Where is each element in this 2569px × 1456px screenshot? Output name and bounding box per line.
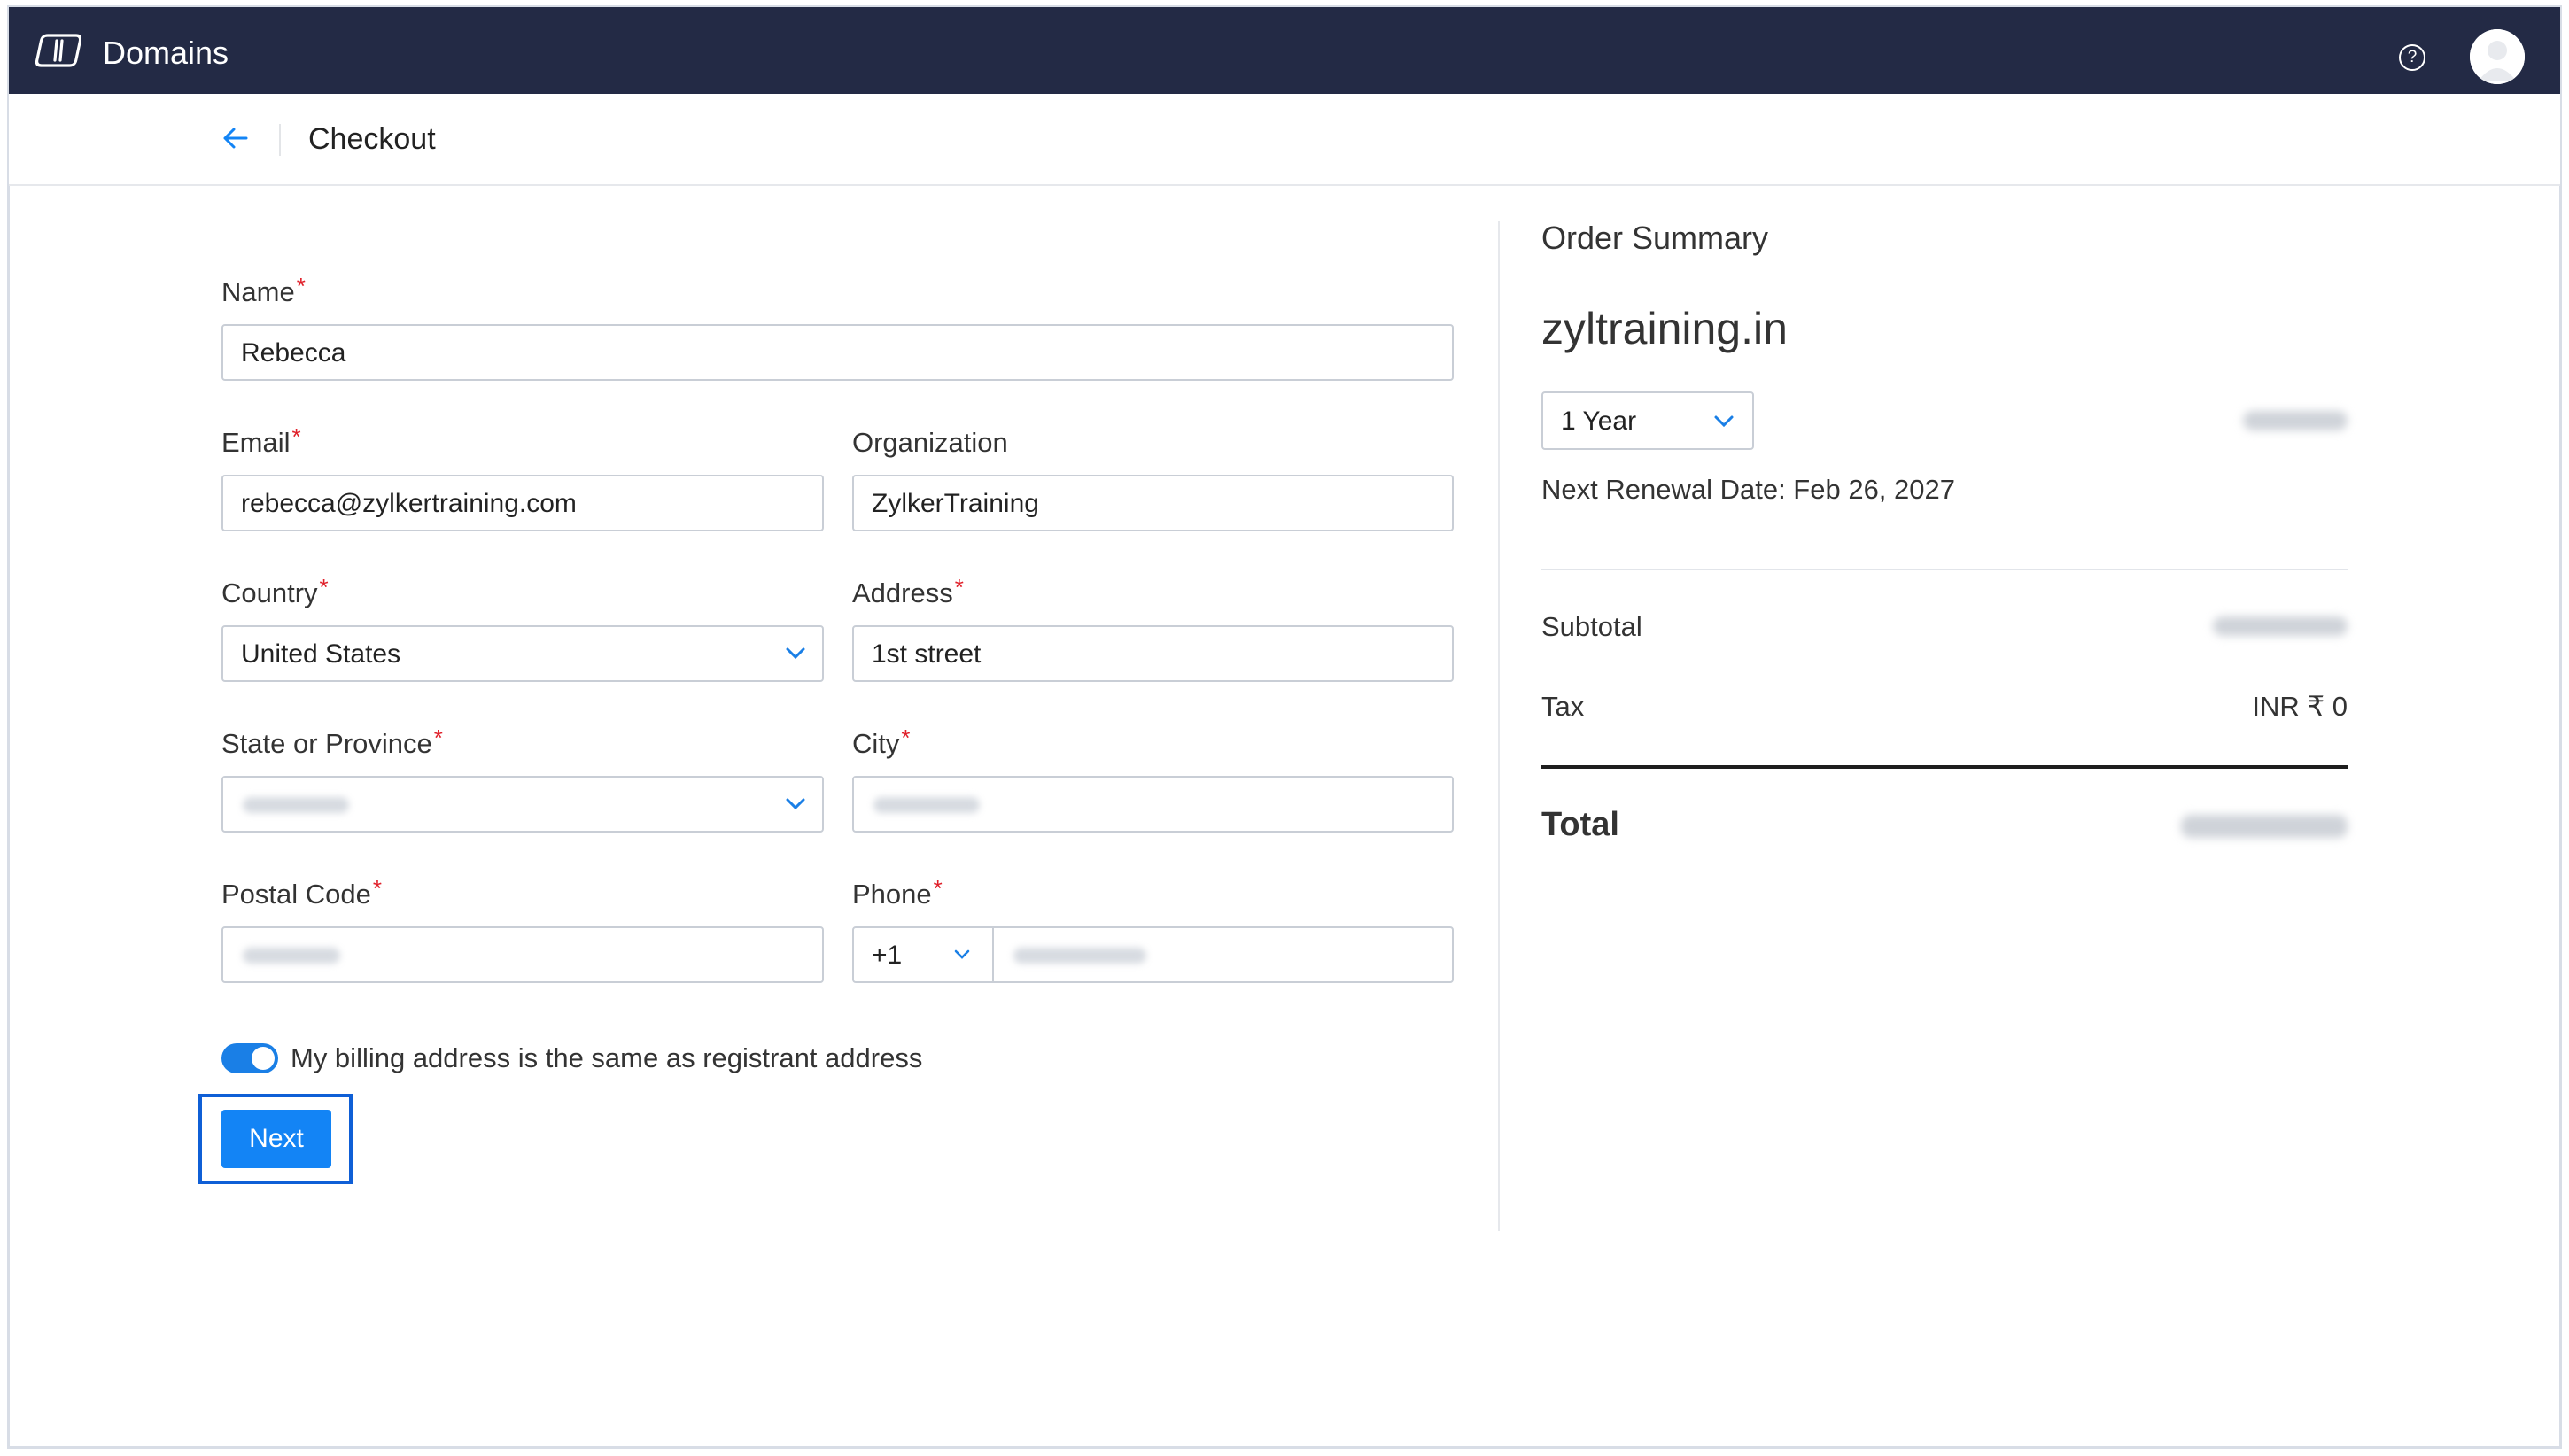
subtotal-value-blurred <box>2213 616 2348 636</box>
country-label-text: Country <box>221 577 318 608</box>
required-marker: * <box>954 574 964 600</box>
header-separator <box>279 124 281 156</box>
state-value-blurred <box>243 797 349 813</box>
top-bar: Domains ? <box>9 7 2560 94</box>
email-value: rebecca@zylkertraining.com <box>241 489 577 518</box>
required-marker: * <box>291 423 301 450</box>
phone-code-value: +1 <box>872 941 903 970</box>
required-marker: * <box>933 875 943 902</box>
address-label: Address* <box>852 574 964 609</box>
required-marker: * <box>901 724 911 751</box>
country-value: United States <box>241 639 401 669</box>
name-field[interactable]: Rebecca <box>221 324 1454 381</box>
next-renewal-date: Next Renewal Date: Feb 26, 2027 <box>1541 474 1955 505</box>
back-arrow-icon[interactable] <box>220 122 255 154</box>
required-marker: * <box>433 724 443 751</box>
name-label-text: Name <box>221 276 295 307</box>
city-field[interactable] <box>852 776 1454 833</box>
country-select[interactable]: United States <box>221 625 824 682</box>
term-select[interactable]: 1 Year <box>1541 391 1754 450</box>
toggle-knob <box>252 1047 275 1070</box>
total-divider <box>1541 765 2348 769</box>
postal-code-label-text: Postal Code <box>221 879 371 910</box>
phone-number-field[interactable] <box>992 926 1454 983</box>
domains-logo-icon[interactable] <box>35 30 81 71</box>
required-marker: * <box>296 273 306 299</box>
email-field[interactable]: rebecca@zylkertraining.com <box>221 475 824 531</box>
page-title: Checkout <box>308 122 436 156</box>
address-value: 1st street <box>872 639 982 669</box>
city-label: City* <box>852 724 911 760</box>
chevron-down-icon <box>786 798 805 810</box>
postal-code-value-blurred <box>243 948 340 964</box>
required-marker: * <box>319 574 329 600</box>
chevron-down-icon <box>1714 415 1734 428</box>
name-value: Rebecca <box>241 338 346 368</box>
state-label-text: State or Province <box>221 728 432 759</box>
state-label: State or Province* <box>221 724 443 760</box>
chevron-down-icon <box>786 647 805 660</box>
app-frame <box>7 5 2562 1449</box>
phone-country-code-select[interactable]: +1 <box>852 926 994 983</box>
billing-same-toggle[interactable] <box>221 1043 278 1073</box>
country-label: Country* <box>221 574 329 609</box>
summary-divider <box>1541 569 2348 570</box>
page-header: Checkout <box>9 94 2560 186</box>
required-marker: * <box>372 875 383 902</box>
phone-label-text: Phone <box>852 879 932 910</box>
state-select[interactable] <box>221 776 824 833</box>
avatar[interactable] <box>2470 29 2525 84</box>
price-blurred <box>2243 411 2348 430</box>
subtotal-label: Subtotal <box>1541 611 1642 642</box>
postal-code-field[interactable] <box>221 926 824 983</box>
app-title: Domains <box>103 35 229 71</box>
chevron-down-icon <box>954 949 970 959</box>
total-label: Total <box>1541 806 1619 843</box>
phone-label: Phone* <box>852 875 943 910</box>
address-field[interactable]: 1st street <box>852 625 1454 682</box>
city-value-blurred <box>873 797 980 813</box>
avatar-icon <box>2470 29 2525 84</box>
address-label-text: Address <box>852 577 953 608</box>
organization-label: Organization <box>852 427 1008 458</box>
email-label: Email* <box>221 423 301 459</box>
next-button[interactable]: Next <box>221 1110 331 1168</box>
postal-code-label: Postal Code* <box>221 875 382 910</box>
city-label-text: City <box>852 728 900 759</box>
tax-label: Tax <box>1541 691 1585 722</box>
organization-value: ZylkerTraining <box>872 489 1039 518</box>
email-label-text: Email <box>221 427 291 458</box>
term-value: 1 Year <box>1561 407 1637 436</box>
total-value-blurred <box>2181 815 2348 838</box>
organization-field[interactable]: ZylkerTraining <box>852 475 1454 531</box>
order-summary-title: Order Summary <box>1541 220 1769 256</box>
domain-name: zyltraining.in <box>1541 304 1788 353</box>
help-icon[interactable]: ? <box>2399 44 2425 71</box>
name-label: Name* <box>221 273 306 308</box>
billing-same-label: My billing address is the same as regist… <box>291 1042 923 1073</box>
column-divider <box>1498 221 1500 1231</box>
phone-number-blurred <box>1013 948 1146 964</box>
tax-value: INR ₹ 0 <box>2252 691 2348 722</box>
